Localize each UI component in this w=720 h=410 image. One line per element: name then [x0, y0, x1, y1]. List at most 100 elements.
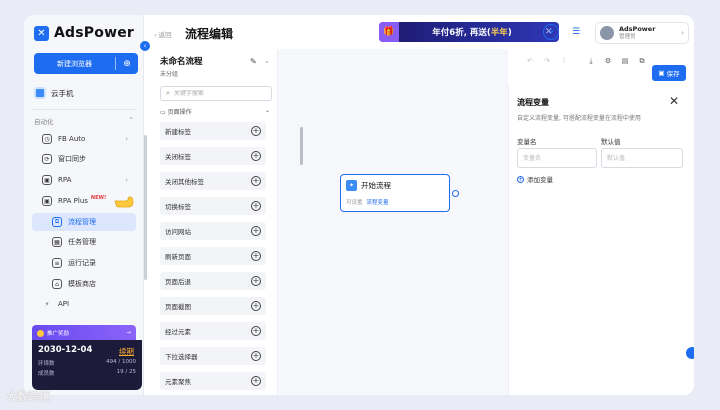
- node-connector-handle[interactable]: [452, 190, 459, 197]
- app-window: ✕ AdsPower 新建浏览器 ⊕ 云手机 自动化 ⌃ ◷ FB Auto ›…: [24, 15, 694, 395]
- brand-name: AdsPower: [54, 25, 135, 41]
- sidebar-item-api[interactable]: ⚡ API: [32, 295, 136, 313]
- chevron-right-icon: ›: [125, 176, 128, 184]
- copy-icon[interactable]: ⧉: [636, 55, 648, 67]
- default-value-input[interactable]: [601, 148, 683, 168]
- page-title: 流程编辑: [185, 27, 234, 41]
- op-new-tab[interactable]: 新建标签 +: [160, 122, 266, 140]
- op-page-screenshot[interactable]: 页面截图 +: [160, 297, 266, 315]
- add-icon[interactable]: +: [251, 276, 261, 286]
- variable-name-input[interactable]: [517, 148, 597, 168]
- chevron-down-icon[interactable]: ⌄: [264, 57, 270, 65]
- sidebar-item-run-records[interactable]: ≡ 运行记录: [32, 254, 136, 272]
- sidebar-item-rpa[interactable]: ▣ RPA ›: [32, 171, 136, 189]
- toolbar: ↶ ↷ ⫶ ⤓ ⚙ ▤ ⧉: [524, 55, 648, 67]
- watermark: 大数跨境: [6, 388, 50, 404]
- sidebar-item-task-management[interactable]: ▦ 任务管理: [32, 233, 136, 251]
- op-visit-website[interactable]: 访问网站 +: [160, 222, 266, 240]
- op-switch-tab[interactable]: 切换标签 +: [160, 197, 266, 215]
- user-menu[interactable]: AdsPower 管理员 ›: [595, 22, 689, 44]
- add-icon[interactable]: +: [251, 251, 261, 261]
- section-automation[interactable]: 自动化 ⌃: [34, 116, 134, 126]
- flow-operations-panel: 未命名流程 未分组 ✎ ⌄ ⌕ ▭ 页面操作 ⌄ 新建标签+ 关闭标签+ 关闭其…: [154, 49, 278, 395]
- start-icon: ✦: [346, 180, 357, 191]
- save-label: 保存: [666, 70, 680, 78]
- search-box[interactable]: ⌕: [160, 86, 272, 101]
- sidebar-item-fb-auto[interactable]: ◷ FB Auto ›: [32, 130, 136, 148]
- sidebar-item-label: FB Auto: [58, 135, 86, 143]
- sidebar-item-cloud-phone[interactable]: 云手机: [34, 87, 74, 99]
- sidebar-item-label: 窗口同步: [58, 155, 86, 163]
- add-icon[interactable]: +: [251, 326, 261, 336]
- user-info: AdsPower 管理员: [619, 25, 656, 40]
- op-close-tab[interactable]: 关闭标签 +: [160, 147, 266, 165]
- undo-icon[interactable]: ↶: [524, 55, 536, 67]
- op-dropdown-select[interactable]: 下拉选择器 +: [160, 347, 266, 365]
- back-button[interactable]: ‹ 返回: [154, 29, 172, 39]
- sidebar-item-window-sync[interactable]: ⟳ 窗口同步: [32, 150, 136, 168]
- save-button[interactable]: ▣ 保存: [652, 65, 686, 81]
- vars-description: 自定义流程变量, 可搭配流程变量在流程中使用: [517, 115, 641, 122]
- help-bubble-icon[interactable]: [684, 345, 694, 361]
- flow-group: 未分组: [160, 71, 179, 78]
- add-icon[interactable]: +: [251, 351, 261, 361]
- op-close-other-tabs[interactable]: 关闭其他标签 +: [160, 172, 266, 190]
- sidebar-item-label: RPA Plus: [58, 197, 88, 205]
- add-icon[interactable]: +: [251, 226, 261, 236]
- refresh-icon[interactable]: ⟳: [543, 24, 559, 40]
- vars-title: 流程变量: [517, 98, 549, 107]
- new-browser-button[interactable]: 新建浏览器 ⊕: [34, 53, 138, 74]
- new-browser-label: 新建浏览器: [57, 59, 92, 68]
- collapse-sidebar-button[interactable]: ‹: [140, 41, 150, 51]
- op-hover-element[interactable]: 经过元素 +: [160, 322, 266, 340]
- category-page-operations[interactable]: ▭ 页面操作 ⌄: [160, 107, 270, 116]
- flow-canvas[interactable]: ✦ 开始流程 可设置 流程变量: [278, 49, 508, 395]
- add-icon[interactable]: +: [251, 151, 261, 161]
- promo-banner-top[interactable]: 🎁 年付6折, 再送(半年) ✕: [379, 22, 559, 42]
- add-icon[interactable]: +: [251, 176, 261, 186]
- clock-icon: ◷: [42, 134, 52, 144]
- renew-link[interactable]: 续期: [119, 346, 134, 357]
- sidebar-item-label: API: [58, 300, 70, 308]
- add-icon[interactable]: +: [251, 201, 261, 211]
- operation-list-scrollbar[interactable]: [300, 127, 303, 165]
- grid-icon[interactable]: ▤: [619, 55, 631, 67]
- flow-name: 未命名流程: [160, 57, 203, 67]
- op-page-back[interactable]: 页面后退 +: [160, 272, 266, 290]
- user-name: AdsPower: [619, 25, 656, 34]
- add-icon[interactable]: +: [251, 126, 261, 136]
- download-icon[interactable]: ⤓: [585, 55, 597, 67]
- flow-variables-link[interactable]: 流程变量: [367, 200, 389, 206]
- edit-icon[interactable]: ✎: [250, 57, 257, 66]
- chevron-up-icon: ⌃: [128, 116, 134, 124]
- promo-banner[interactable]: 推广奖励 →: [32, 325, 136, 340]
- calendar-icon: ▦: [52, 237, 62, 247]
- adspower-logo-icon: ✕: [34, 25, 49, 41]
- add-variable-button[interactable]: + 添加变量: [517, 174, 553, 184]
- category-label: ▭ 页面操作: [160, 109, 192, 116]
- settings-icon[interactable]: ⚙: [602, 55, 614, 67]
- cloud-phone-label: 云手机: [51, 88, 74, 98]
- op-refresh-page[interactable]: 刷新页面 +: [160, 247, 266, 265]
- variable-name-header: 变量名: [517, 138, 537, 146]
- search-icon: ⌕: [166, 89, 170, 97]
- document-icon: ≡: [52, 258, 62, 268]
- add-circle-icon: +: [517, 175, 524, 183]
- sidebar-item-flow-management[interactable]: ⧉ 流程管理: [32, 213, 136, 231]
- sidebar-item-template-store[interactable]: ⌂ 模板商店: [32, 275, 136, 293]
- sidebar-item-label: 任务管理: [68, 238, 96, 246]
- close-icon[interactable]: ✕: [669, 94, 679, 108]
- op-focus-element[interactable]: 元素聚焦 +: [160, 372, 266, 390]
- align-icon[interactable]: ⫶: [558, 55, 570, 67]
- add-icon[interactable]: +: [251, 376, 261, 386]
- start-flow-node[interactable]: ✦ 开始流程 可设置 流程变量: [340, 174, 450, 212]
- sidebar-scrollbar[interactable]: [144, 135, 147, 280]
- env-count-row: 环境数 494 / 1000: [38, 359, 136, 367]
- add-icon[interactable]: +: [251, 301, 261, 311]
- import-icon[interactable]: ⊕: [116, 59, 138, 69]
- redo-icon[interactable]: ↷: [541, 55, 553, 67]
- list-icon[interactable]: ☰: [568, 24, 584, 40]
- search-input[interactable]: [173, 90, 264, 97]
- chevron-right-icon: ›: [681, 29, 684, 37]
- coin-icon: [37, 329, 44, 337]
